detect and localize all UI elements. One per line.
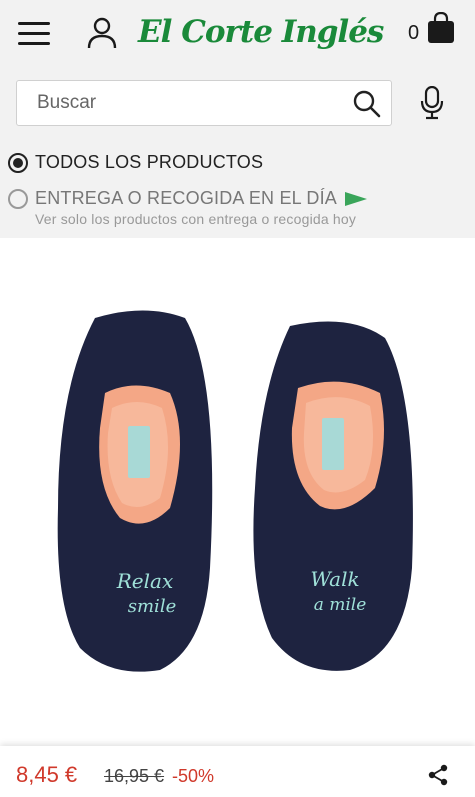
- original-price: 16,95 €: [104, 766, 165, 786]
- filter-same-day-subtext: Ver solo los productos con entrega o rec…: [35, 211, 357, 227]
- top-header: El Corte Inglés 0: [0, 0, 475, 66]
- left-slipper-image: Relax smile: [57, 310, 213, 672]
- current-price: 8,45 €: [16, 762, 78, 787]
- right-slipper-text-1: Walk: [310, 567, 359, 591]
- user-account-icon[interactable]: [86, 16, 118, 50]
- cart-count-badge[interactable]: 0: [408, 22, 419, 45]
- right-slipper-image: Walk a mile: [253, 321, 413, 671]
- search-box[interactable]: [16, 80, 392, 126]
- left-slipper-text-2: smile: [128, 596, 176, 617]
- shopping-bag-icon[interactable]: [427, 12, 455, 44]
- search-input[interactable]: [37, 81, 357, 125]
- share-icon[interactable]: [428, 764, 448, 786]
- discount-badge: -50%: [172, 766, 215, 786]
- search-icon[interactable]: [353, 90, 381, 118]
- hamburger-menu-icon[interactable]: [18, 22, 50, 46]
- filter-all-products-label: TODOS LOS PRODUCTOS: [35, 152, 264, 172]
- price-bar: 8,45 € 16,95 € -50%: [0, 746, 475, 797]
- filter-all-products[interactable]: TODOS LOS PRODUCTOS: [8, 152, 263, 173]
- right-slipper-text-2: a mile: [314, 595, 367, 615]
- brand-logo[interactable]: El Corte Inglés: [138, 6, 384, 58]
- filter-same-day-delivery[interactable]: ENTREGA O RECOGIDA EN EL DÍA: [8, 188, 368, 209]
- filter-same-day-label: ENTREGA O RECOGIDA EN EL DÍA: [35, 188, 338, 208]
- left-slipper-text-1: Relax: [116, 569, 174, 593]
- product-image[interactable]: Relax smile Walk a mile: [50, 308, 430, 678]
- radio-selected-icon[interactable]: [8, 152, 28, 173]
- product-image-area: Relax smile Walk a mile: [0, 238, 475, 748]
- radio-unselected-icon[interactable]: [8, 188, 28, 209]
- microphone-icon[interactable]: [420, 86, 444, 120]
- flag-icon: [345, 191, 368, 206]
